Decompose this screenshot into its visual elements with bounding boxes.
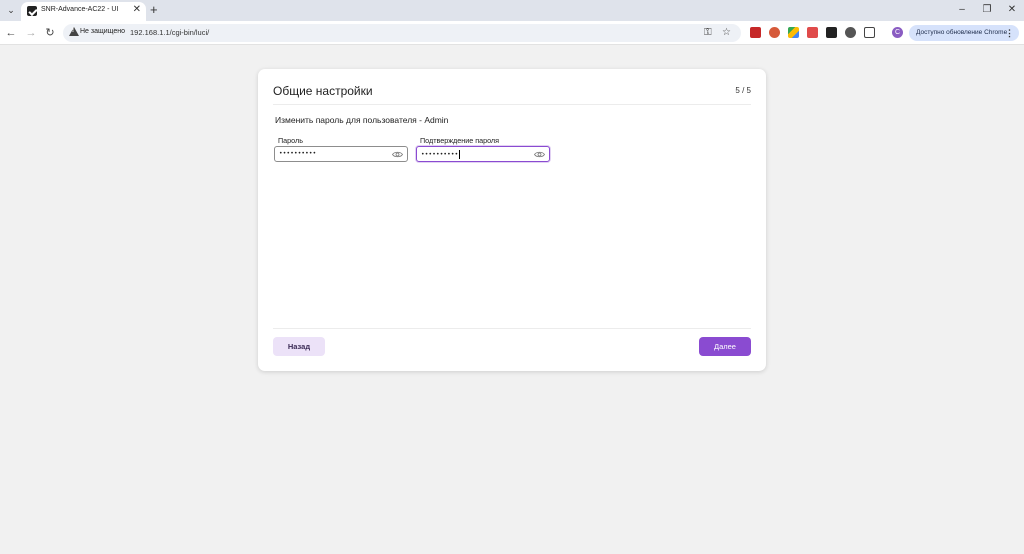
new-tab-icon[interactable]: + <box>150 2 158 18</box>
password-key-icon[interactable]: ⚿ <box>704 26 712 40</box>
show-password-eye-icon[interactable] <box>392 150 403 159</box>
more-menu-icon[interactable]: ⋮ <box>1005 25 1014 41</box>
update-chrome-button[interactable]: Доступно обновление Chrome ⋮ <box>909 25 1019 41</box>
next-button[interactable]: Далее <box>699 337 751 356</box>
reload-icon[interactable]: ↻ <box>43 25 57 41</box>
confirm-password-value: •••••••••• <box>421 150 461 159</box>
section-label: Изменить пароль для пользователя - Admin <box>275 115 449 125</box>
extension-icon[interactable] <box>769 27 780 38</box>
confirm-password-field[interactable]: •••••••••• <box>416 146 550 162</box>
extension-icon[interactable] <box>807 27 818 38</box>
step-indicator: 5 / 5 <box>735 86 751 95</box>
profile-avatar[interactable]: C <box>892 27 903 38</box>
address-bar[interactable]: Не защищено 192.168.1.1/cgi-bin/luci/ ⚿ … <box>63 24 741 42</box>
url-text[interactable]: 192.168.1.1/cgi-bin/luci/ <box>130 28 209 37</box>
password-field[interactable]: •••••••••• <box>274 146 408 162</box>
show-confirm-password-eye-icon[interactable] <box>534 150 545 159</box>
tab-strip: ⌄ SNR-Advance-AC22 - UI ✕ + – ❐ ✕ <box>0 0 1024 21</box>
header-divider <box>273 104 751 105</box>
minimize-icon[interactable]: – <box>955 3 969 17</box>
footer-divider <box>273 328 751 329</box>
back-arrow-icon[interactable]: ← <box>4 25 18 41</box>
extension-icon[interactable] <box>845 27 856 38</box>
bookmark-star-icon[interactable]: ☆ <box>722 26 731 40</box>
extensions-puzzle-icon[interactable] <box>864 27 875 38</box>
forward-arrow-icon[interactable]: → <box>24 25 38 41</box>
password-value: •••••••••• <box>279 150 317 157</box>
settings-card: Общие настройки 5 / 5 Изменить пароль дл… <box>258 69 766 371</box>
security-label[interactable]: Не защищено <box>80 28 125 35</box>
tab-close-icon[interactable]: ✕ <box>133 4 141 15</box>
page-title: Общие настройки <box>273 84 373 98</box>
browser-tab[interactable]: SNR-Advance-AC22 - UI ✕ <box>21 2 146 21</box>
tab-search-icon[interactable]: ⌄ <box>4 3 18 17</box>
not-secure-warning-icon <box>69 27 79 36</box>
back-button[interactable]: Назад <box>273 337 325 356</box>
confirm-password-label: Подтверждение пароля <box>420 136 500 145</box>
drive-extension-icon[interactable] <box>788 27 799 38</box>
pdf-extension-icon[interactable] <box>750 27 761 38</box>
update-chrome-label: Доступно обновление Chrome <box>916 29 1008 36</box>
text-caret <box>459 150 461 159</box>
tab-title: SNR-Advance-AC22 - UI <box>41 6 119 13</box>
password-label: Пароль <box>278 136 303 145</box>
extension-icon[interactable] <box>826 27 837 38</box>
restore-icon[interactable]: ❐ <box>980 3 994 17</box>
site-favicon-icon <box>27 6 37 16</box>
browser-toolbar: ← → ↻ Не защищено 192.168.1.1/cgi-bin/lu… <box>0 21 1024 45</box>
window-close-icon[interactable]: ✕ <box>1005 3 1019 17</box>
